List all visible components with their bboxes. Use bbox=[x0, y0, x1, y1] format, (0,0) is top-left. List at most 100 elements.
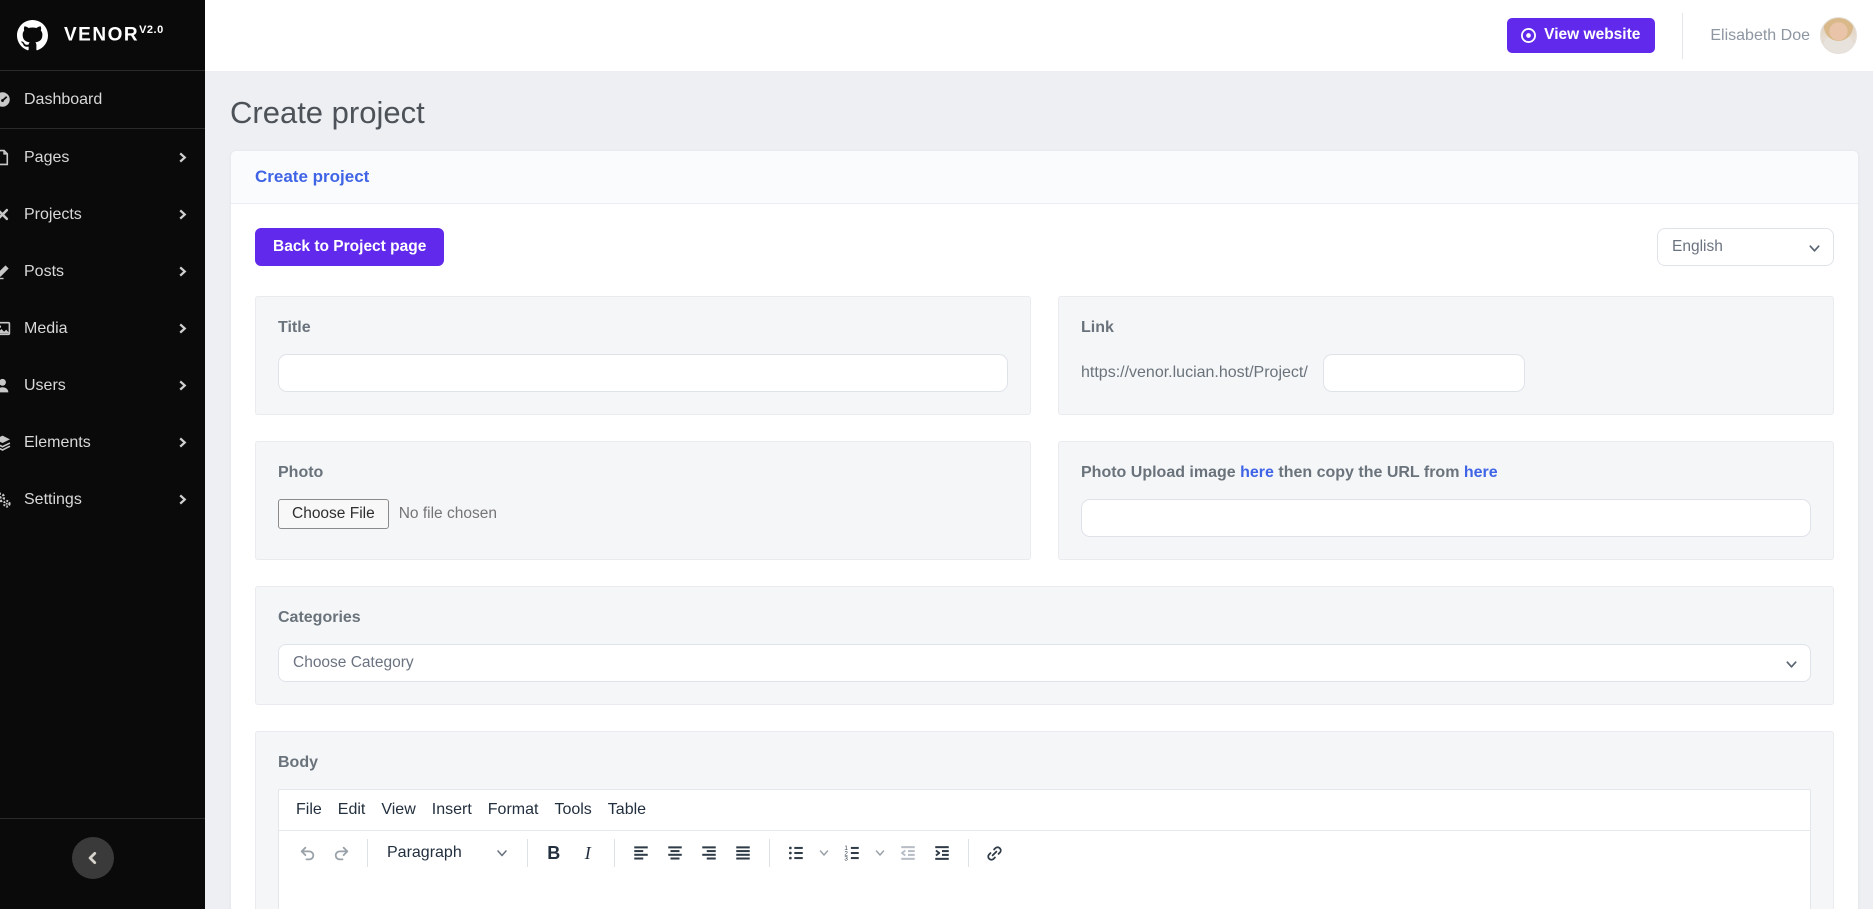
sidebar-item-dashboard[interactable]: Dashboard bbox=[0, 71, 205, 128]
menu-format[interactable]: Format bbox=[480, 796, 547, 824]
categories-label: Categories bbox=[278, 609, 1811, 627]
chevron-down-icon bbox=[875, 848, 885, 858]
outdent-button[interactable] bbox=[891, 836, 925, 870]
language-select[interactable]: English bbox=[1657, 228, 1834, 266]
sidebar-item-settings[interactable]: Settings bbox=[0, 471, 205, 528]
editor-content-area[interactable] bbox=[279, 875, 1810, 909]
bullet-list-dropdown[interactable] bbox=[813, 836, 835, 870]
chevron-left-icon bbox=[86, 851, 100, 865]
bullet-list-button[interactable] bbox=[779, 836, 813, 870]
align-justify-button[interactable] bbox=[726, 836, 760, 870]
bold-button[interactable]: B bbox=[537, 836, 571, 870]
body-box: Body File Edit View Insert Format Tools … bbox=[255, 731, 1834, 909]
language-selected-value: English bbox=[1672, 238, 1723, 256]
create-project-card: Create project Back to Project page Engl… bbox=[230, 150, 1859, 909]
sidebar-item-label: Posts bbox=[24, 263, 177, 281]
card-header: Create project bbox=[231, 151, 1858, 204]
user-icon bbox=[0, 377, 11, 394]
sidebar-item-media[interactable]: Media bbox=[0, 300, 205, 357]
align-right-button[interactable] bbox=[692, 836, 726, 870]
sidebar-nav: Dashboard Pages Projects Posts Media Use… bbox=[0, 71, 205, 818]
actions-row: Back to Project page English bbox=[255, 228, 1834, 266]
paragraph-style-dropdown[interactable]: Paragraph bbox=[377, 838, 518, 868]
chevron-down-icon bbox=[1785, 658, 1798, 671]
title-link-row: Title Link https://venor.lucian.host/Pro… bbox=[255, 296, 1834, 415]
avatar[interactable] bbox=[1820, 17, 1857, 54]
svg-text:3: 3 bbox=[844, 855, 848, 862]
sidebar-collapse-button[interactable] bbox=[72, 837, 114, 879]
redo-button[interactable] bbox=[324, 836, 358, 870]
view-website-label: View website bbox=[1544, 26, 1640, 44]
photo-label: Photo bbox=[278, 464, 1008, 482]
insert-link-button[interactable] bbox=[978, 836, 1012, 870]
menu-insert[interactable]: Insert bbox=[424, 796, 480, 824]
link-url-prefix: https://venor.lucian.host/Project/ bbox=[1081, 364, 1308, 382]
divider bbox=[968, 839, 969, 867]
photo-url-box: Photo Upload image here then copy the UR… bbox=[1058, 441, 1834, 560]
sidebar-item-projects[interactable]: Projects bbox=[0, 186, 205, 243]
back-to-projects-button[interactable]: Back to Project page bbox=[255, 228, 444, 266]
copy-url-here-link[interactable]: here bbox=[1464, 464, 1498, 481]
align-center-icon bbox=[666, 844, 684, 862]
indent-button[interactable] bbox=[925, 836, 959, 870]
bold-icon: B bbox=[547, 843, 560, 864]
user-name[interactable]: Elisabeth Doe bbox=[1710, 27, 1810, 45]
menu-tools[interactable]: Tools bbox=[546, 796, 599, 824]
divider bbox=[614, 839, 615, 867]
menu-edit[interactable]: Edit bbox=[330, 796, 374, 824]
photo-upload-text: then copy the URL from bbox=[1274, 464, 1464, 481]
divider bbox=[367, 839, 368, 867]
sidebar-item-label: Elements bbox=[24, 434, 177, 452]
sidebar-item-elements[interactable]: Elements bbox=[0, 414, 205, 471]
numbered-list-icon: 123 bbox=[843, 844, 861, 862]
globe-icon bbox=[1520, 27, 1537, 44]
gauge-icon bbox=[0, 91, 11, 108]
image-icon bbox=[0, 320, 11, 337]
brand[interactable]: VENORV2.0 bbox=[0, 0, 205, 70]
align-center-button[interactable] bbox=[658, 836, 692, 870]
photo-url-input[interactable] bbox=[1081, 499, 1811, 537]
undo-icon bbox=[298, 844, 317, 863]
pen-icon bbox=[0, 263, 11, 280]
undo-button[interactable] bbox=[290, 836, 324, 870]
view-website-button[interactable]: View website bbox=[1507, 18, 1655, 53]
menu-file[interactable]: File bbox=[288, 796, 330, 824]
align-left-button[interactable] bbox=[624, 836, 658, 870]
italic-button[interactable]: I bbox=[571, 836, 605, 870]
sidebar-item-users[interactable]: Users bbox=[0, 357, 205, 414]
sidebar-item-pages[interactable]: Pages bbox=[0, 129, 205, 186]
chevron-right-icon bbox=[177, 437, 188, 448]
sidebar-item-label: Projects bbox=[24, 206, 177, 224]
gears-icon bbox=[0, 491, 11, 508]
sidebar-item-posts[interactable]: Posts bbox=[0, 243, 205, 300]
choose-file-button[interactable]: Choose File bbox=[278, 499, 389, 529]
layers-icon bbox=[0, 434, 11, 451]
body-label: Body bbox=[278, 754, 1811, 772]
italic-icon: I bbox=[585, 843, 591, 864]
title-input[interactable] bbox=[278, 354, 1008, 392]
editor-toolbar: Paragraph B I bbox=[279, 830, 1810, 875]
main-content: Create project Create project Back to Pr… bbox=[205, 72, 1873, 909]
divider bbox=[1682, 13, 1683, 59]
menu-view[interactable]: View bbox=[373, 796, 423, 824]
card-body: Back to Project page English Title Link … bbox=[231, 204, 1858, 909]
chevron-right-icon bbox=[177, 323, 188, 334]
align-right-icon bbox=[700, 844, 718, 862]
categories-row: Categories Choose Category bbox=[255, 586, 1834, 705]
divider bbox=[527, 839, 528, 867]
file-chosen-status: No file chosen bbox=[399, 505, 497, 523]
link-box: Link https://venor.lucian.host/Project/ bbox=[1058, 296, 1834, 415]
chevron-right-icon bbox=[177, 380, 188, 391]
numbered-list-button[interactable]: 123 bbox=[835, 836, 869, 870]
photo-upload-text: Photo Upload image bbox=[1081, 464, 1240, 481]
category-select[interactable]: Choose Category bbox=[278, 644, 1811, 682]
categories-box: Categories Choose Category bbox=[255, 586, 1834, 705]
indent-icon bbox=[933, 844, 951, 862]
link-slug-input[interactable] bbox=[1323, 354, 1525, 392]
chevron-down-icon bbox=[1808, 242, 1821, 255]
menu-table[interactable]: Table bbox=[600, 796, 654, 824]
link-label: Link bbox=[1081, 319, 1811, 337]
upload-here-link[interactable]: here bbox=[1240, 464, 1274, 481]
sidebar-item-label: Dashboard bbox=[24, 91, 188, 109]
numbered-list-dropdown[interactable] bbox=[869, 836, 891, 870]
